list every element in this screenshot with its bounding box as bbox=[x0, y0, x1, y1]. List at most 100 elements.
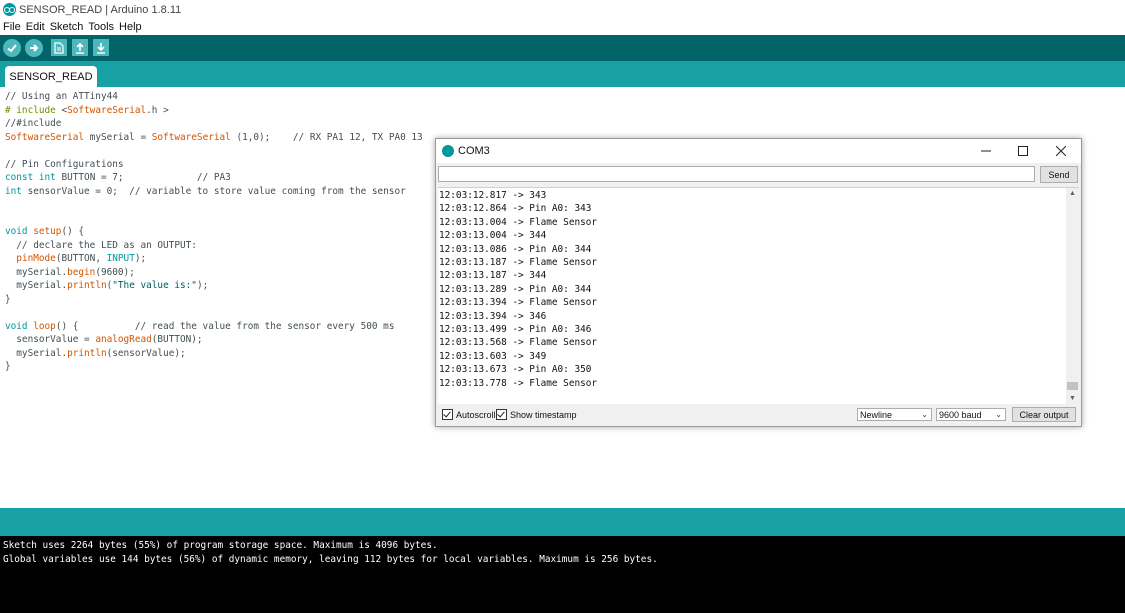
baud-rate-select[interactable]: 9600 baud ⌄ bbox=[936, 408, 1006, 421]
status-bar bbox=[0, 508, 1125, 536]
serial-output-line: 12:03:13.499 -> Pin A0: 346 bbox=[439, 324, 592, 335]
code-token: println bbox=[67, 280, 107, 291]
code-token: println bbox=[67, 347, 107, 359]
menu-help[interactable]: Help bbox=[119, 21, 142, 33]
new-icon bbox=[54, 41, 64, 54]
open-icon bbox=[76, 42, 84, 54]
serial-output-line: 12:03:13.086 -> Pin A0: 344 bbox=[439, 243, 592, 255]
code-line: mySerial.println(sensorValue); bbox=[5, 347, 423, 361]
code-token: (sensorValue); bbox=[106, 347, 186, 359]
tab-sensor-read[interactable]: SENSOR_READ bbox=[5, 66, 97, 87]
verify-icon bbox=[7, 44, 17, 53]
serial-output-line: 12:03:13.004 -> Flame Sensor bbox=[439, 216, 598, 228]
serial-monitor-title: COM3 bbox=[458, 145, 490, 157]
code-token: (BUTTON, bbox=[55, 253, 107, 264]
menu-file[interactable]: File bbox=[3, 21, 21, 33]
code-token: sensorValue = 0; // variable to store va… bbox=[21, 185, 406, 197]
code-token: } bbox=[5, 361, 11, 372]
code-line: //#include bbox=[5, 117, 423, 131]
console-line: Sketch uses 2264 bytes (55%) of program … bbox=[3, 540, 438, 551]
scroll-up-icon[interactable]: ▲ bbox=[1066, 188, 1079, 198]
menu-tools[interactable]: Tools bbox=[88, 21, 114, 33]
line-ending-select[interactable]: Newline ⌄ bbox=[857, 408, 932, 421]
code-token: // declare the LED as an OUTPUT: bbox=[5, 239, 197, 251]
code-token: "The value is:" bbox=[112, 280, 197, 291]
code-token: SoftwareSerial bbox=[5, 131, 85, 143]
console-line: Global variables use 144 bytes (56%) of … bbox=[3, 554, 658, 565]
serial-output-line: 12:03:13.394 -> 346 bbox=[439, 310, 547, 322]
window-title: SENSOR_READ | Arduino 1.8.11 bbox=[19, 3, 182, 16]
code-line: mySerial.println("The value is:"); bbox=[5, 279, 423, 293]
code-token: void bbox=[5, 226, 28, 237]
code-line: int sensorValue = 0; // variable to stor… bbox=[5, 185, 423, 199]
new-button[interactable] bbox=[51, 39, 67, 56]
menu-edit[interactable]: Edit bbox=[26, 21, 45, 33]
code-token: .h > bbox=[146, 104, 169, 116]
save-button[interactable] bbox=[93, 39, 109, 56]
code-token: () { // read the value from the sensor e… bbox=[55, 320, 395, 332]
autoscroll-checkbox[interactable] bbox=[442, 409, 453, 420]
code-line: mySerial.begin(9600); bbox=[5, 266, 423, 280]
code-token: mySerial. bbox=[5, 266, 68, 278]
send-button[interactable]: Send bbox=[1040, 166, 1078, 183]
verify-button[interactable] bbox=[3, 39, 21, 57]
baud-rate-value: 9600 baud bbox=[939, 409, 982, 420]
scroll-down-icon[interactable]: ▼ bbox=[1066, 393, 1079, 403]
code-text[interactable]: // Using an ATTiny44 # include <SoftwareS… bbox=[5, 90, 423, 374]
code-token: pinMode bbox=[16, 253, 56, 264]
code-token: (1,0); // RX PA1 12, TX PA0 13 bbox=[230, 131, 423, 143]
code-token: mySerial = bbox=[84, 131, 152, 143]
code-line: void loop() { // read the value from the… bbox=[5, 320, 423, 334]
timestamp-checkbox[interactable] bbox=[496, 409, 507, 420]
close-button[interactable] bbox=[1041, 139, 1081, 163]
code-token: setup bbox=[33, 226, 62, 237]
close-icon bbox=[1056, 146, 1066, 156]
serial-output-line: 12:03:13.004 -> 344 bbox=[439, 230, 547, 242]
serial-output-line: 12:03:13.394 -> Flame Sensor bbox=[439, 297, 598, 309]
code-token: mySerial. bbox=[5, 347, 68, 359]
serial-monitor-window: COM3 Send 12:03:12.817 -> 343 12:03:12.86… bbox=[435, 138, 1082, 427]
scrollbar-thumb[interactable] bbox=[1067, 382, 1078, 390]
save-icon bbox=[97, 42, 105, 54]
maximize-button[interactable] bbox=[1003, 139, 1043, 163]
clear-output-button[interactable]: Clear output bbox=[1012, 407, 1076, 422]
code-line: void setup() { bbox=[5, 225, 423, 239]
chevron-down-icon: ⌄ bbox=[995, 410, 1002, 419]
code-token: BUTTON = 7; // PA3 bbox=[55, 172, 231, 183]
code-line: pinMode(BUTTON, INPUT); bbox=[5, 252, 423, 266]
code-token: (BUTTON); bbox=[151, 334, 203, 345]
serial-output[interactable]: 12:03:12.817 -> 343 12:03:12.864 -> Pin A… bbox=[438, 187, 1079, 404]
window-titlebar: SENSOR_READ | Arduino 1.8.11 bbox=[0, 0, 1125, 19]
line-ending-value: Newline bbox=[860, 409, 893, 420]
code-line: SoftwareSerial mySerial = SoftwareSerial… bbox=[5, 131, 423, 145]
serial-output-line: 12:03:13.778 -> Flame Sensor bbox=[439, 377, 598, 389]
arduino-logo-icon bbox=[3, 3, 16, 16]
code-line: # include <SoftwareSerial.h > bbox=[5, 104, 423, 118]
code-line: } bbox=[5, 293, 423, 307]
code-token: () { bbox=[61, 226, 85, 237]
toolbar bbox=[0, 35, 1125, 61]
autoscroll-toggle[interactable]: Autoscroll bbox=[442, 409, 496, 420]
serial-input[interactable] bbox=[438, 166, 1035, 182]
code-token: } bbox=[5, 293, 11, 305]
serial-output-line: 12:03:13.289 -> Pin A0: 344 bbox=[439, 283, 592, 295]
code-line: } bbox=[5, 360, 423, 374]
menu-bar: File Edit Sketch Tools Help bbox=[0, 19, 1125, 35]
code-line: // Pin Configurations bbox=[5, 158, 423, 172]
minimize-icon bbox=[981, 150, 991, 152]
output-scrollbar[interactable]: ▲ ▼ bbox=[1066, 188, 1079, 404]
serial-output-line: 12:03:13.187 -> Flame Sensor bbox=[439, 257, 598, 268]
upload-icon bbox=[30, 44, 39, 52]
code-token: INPUT bbox=[106, 253, 135, 264]
menu-sketch[interactable]: Sketch bbox=[50, 21, 84, 33]
code-token: int bbox=[38, 172, 56, 183]
timestamp-toggle[interactable]: Show timestamp bbox=[496, 409, 577, 420]
upload-button[interactable] bbox=[25, 39, 43, 57]
autoscroll-label: Autoscroll bbox=[456, 409, 496, 420]
code-token: loop bbox=[33, 320, 56, 332]
minimize-button[interactable] bbox=[966, 139, 1006, 163]
open-button[interactable] bbox=[72, 39, 88, 56]
